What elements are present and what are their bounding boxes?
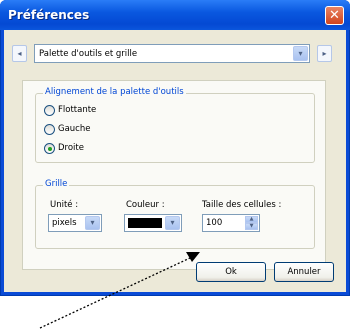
annotation-arrow-head [186,252,200,262]
annotation-arrow [39,252,200,329]
annotation-arrow-line [39,257,191,329]
